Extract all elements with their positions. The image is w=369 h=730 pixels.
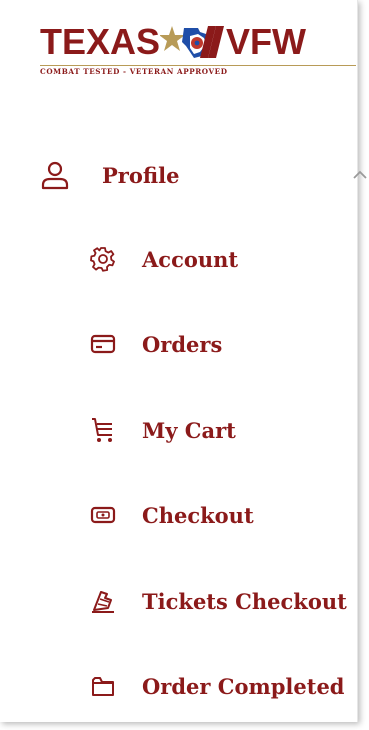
- sidebar-panel: TEXAS VFW COMBAT TESTED - VETERAN APPROV…: [0, 0, 367, 722]
- user-icon: [41, 161, 69, 190]
- ticket-icon: [92, 591, 114, 613]
- texas-star-emblem-icon: [160, 26, 225, 58]
- nav-item-label: My Cart: [142, 417, 236, 443]
- nav-item-label: Tickets Checkout: [142, 588, 347, 614]
- nav-item-order-completed[interactable]: Order Completed: [90, 669, 344, 703]
- gear-icon: [90, 247, 115, 272]
- nav-item-account[interactable]: Account: [90, 242, 238, 276]
- nav-item-checkout[interactable]: Checkout: [90, 498, 254, 532]
- nav-item-label: Orders: [142, 331, 223, 357]
- chevron-up-icon[interactable]: [352, 168, 368, 180]
- nav-item-my-cart[interactable]: My Cart: [90, 413, 236, 447]
- logo-vfw-text: VFW: [226, 21, 307, 62]
- nav-item-label: Order Completed: [142, 673, 345, 699]
- texas-vfw-logo[interactable]: TEXAS VFW COMBAT TESTED - VETERAN APPROV…: [40, 22, 356, 82]
- folder-icon: [92, 677, 114, 696]
- nav-item-orders[interactable]: Orders: [90, 327, 222, 361]
- nav-item-label: Account: [142, 246, 239, 272]
- logo-tagline: COMBAT TESTED - VETERAN APPROVED: [40, 65, 356, 78]
- nav-profile-label: Profile: [102, 162, 180, 188]
- nav-item-label: Checkout: [142, 502, 254, 528]
- nav-item-tickets-checkout[interactable]: Tickets Checkout: [90, 584, 347, 618]
- logo-texas-text: TEXAS: [40, 21, 161, 62]
- cart-icon: [92, 418, 112, 442]
- wallet-icon: [90, 506, 116, 524]
- nav-profile-toggle[interactable]: Profile: [40, 158, 369, 192]
- credit-card-icon: [90, 334, 116, 354]
